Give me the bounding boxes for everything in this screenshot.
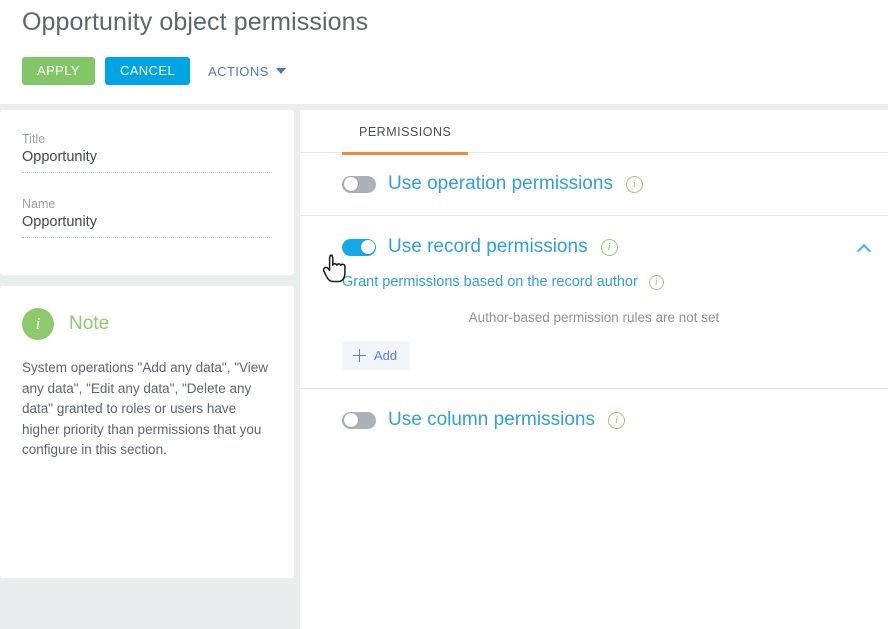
tab-bar: PERMISSIONS bbox=[300, 110, 888, 155]
note-title: Note bbox=[69, 313, 110, 334]
plus-icon bbox=[353, 349, 366, 362]
toggle-knob bbox=[343, 413, 358, 427]
object-details-card: Title Opportunity Name Opportunity bbox=[0, 110, 294, 275]
actions-dropdown[interactable]: ACTIONS bbox=[206, 60, 288, 83]
record-permissions-body: Grant permissions based on the record au… bbox=[300, 274, 888, 388]
toolbar: APPLY CANCEL ACTIONS bbox=[22, 57, 288, 85]
cancel-button[interactable]: CANCEL bbox=[104, 57, 191, 85]
permission-row-operation: Use operation permissions i bbox=[300, 153, 888, 216]
toggle-knob bbox=[343, 177, 358, 191]
toggle-knob bbox=[360, 240, 375, 254]
field-name-label: Name bbox=[22, 197, 56, 211]
chevron-down-icon bbox=[275, 68, 286, 74]
info-icon[interactable]: i bbox=[607, 411, 625, 429]
page-title: Opportunity object permissions bbox=[22, 8, 369, 36]
main-panel: PERMISSIONS Use operation permissions i … bbox=[300, 110, 888, 629]
tab-permissions[interactable]: PERMISSIONS bbox=[342, 110, 469, 155]
field-name-value[interactable]: Opportunity bbox=[22, 214, 272, 238]
add-rule-button[interactable]: Add bbox=[342, 341, 411, 370]
field-title-value[interactable]: Opportunity bbox=[22, 149, 272, 173]
field-title: Title Opportunity bbox=[22, 132, 272, 173]
permission-label-record: Use record permissions bbox=[388, 236, 588, 257]
page-header: Opportunity object permissions APPLY CAN… bbox=[0, 0, 888, 104]
actions-label: ACTIONS bbox=[208, 63, 269, 79]
sidebar: Title Opportunity Name Opportunity i Not… bbox=[0, 110, 294, 629]
field-title-label: Title bbox=[22, 132, 46, 146]
info-icon[interactable]: i bbox=[625, 175, 643, 193]
add-rule-label: Add bbox=[374, 348, 398, 363]
info-icon[interactable]: i bbox=[600, 238, 618, 256]
toggle-use-record-permissions[interactable] bbox=[342, 238, 376, 256]
permission-row-column: Use column permissions i bbox=[300, 389, 888, 451]
chevron-up-icon[interactable] bbox=[859, 243, 870, 254]
toggle-use-operation-permissions[interactable] bbox=[342, 175, 376, 193]
empty-state-message: Author-based permission rules are not se… bbox=[468, 310, 720, 325]
toggle-use-column-permissions[interactable] bbox=[342, 411, 376, 429]
apply-button[interactable]: APPLY bbox=[22, 57, 95, 85]
field-name: Name Opportunity bbox=[22, 197, 272, 238]
note-card: i Note System operations "Add any data",… bbox=[0, 286, 294, 578]
permission-label-operation: Use operation permissions bbox=[388, 173, 613, 194]
note-header: i Note bbox=[22, 308, 274, 340]
permission-label-column: Use column permissions bbox=[388, 409, 595, 430]
permission-row-record: Use record permissions i bbox=[300, 216, 888, 278]
info-icon: i bbox=[22, 308, 54, 340]
note-body: System operations "Add any data", "View … bbox=[22, 360, 269, 457]
